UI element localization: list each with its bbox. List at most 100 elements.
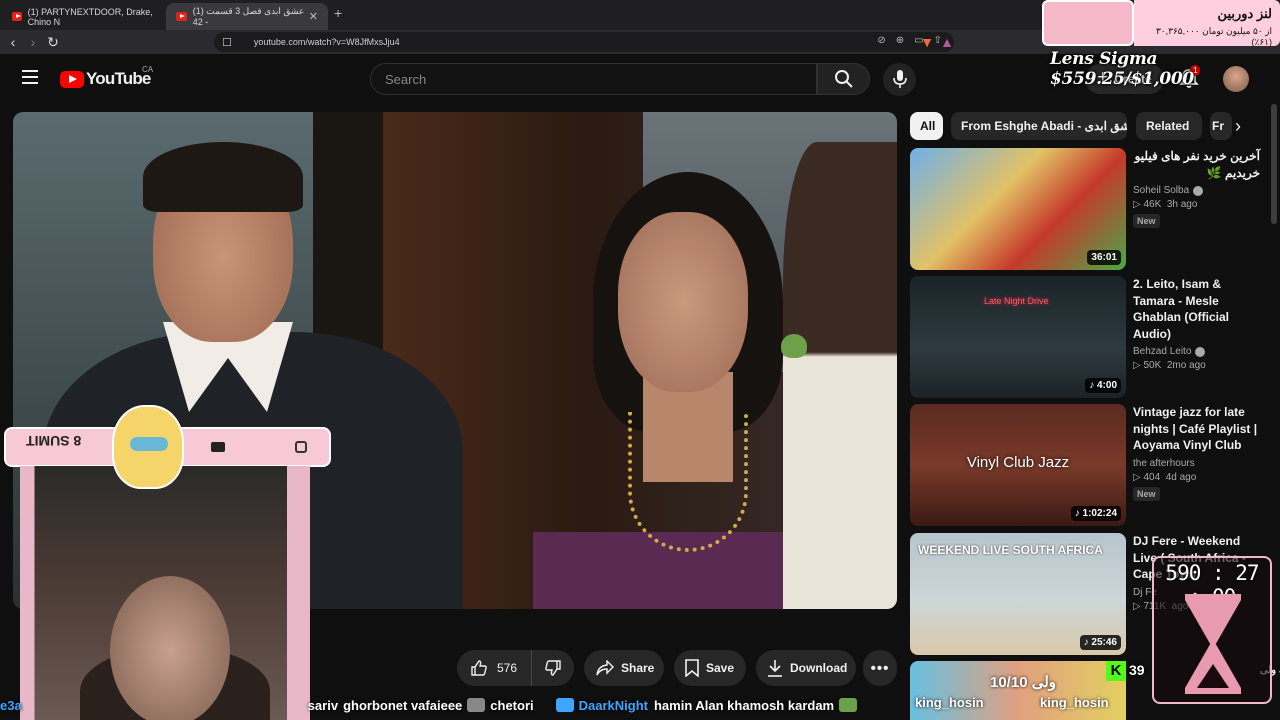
- rewards-icon[interactable]: ▲: [938, 33, 956, 51]
- subathon-timer: 590 : 27 : 00: [1152, 556, 1272, 704]
- channel-name[interactable]: Soheil Solba: [1133, 185, 1189, 196]
- thumbs-up-icon: [471, 660, 487, 676]
- tab-title: (1) PARTYNEXTDOOR, Drake, Chino N: [27, 6, 153, 27]
- overlay-handle: king_hosin: [915, 695, 984, 710]
- banner-handle-flipped: 8 SUMIT: [26, 433, 82, 449]
- download-label: Download: [790, 661, 848, 675]
- like-count: 576: [497, 661, 518, 675]
- instagram-social-icon: [295, 441, 307, 453]
- streamer-webcam: [20, 466, 310, 720]
- tracking-icon[interactable]: ⊘: [877, 35, 885, 46]
- new-badge: New: [1133, 214, 1160, 228]
- like-dislike-group: 576: [457, 650, 574, 686]
- video-thumbnail[interactable]: 10/10 ولی: [910, 661, 1126, 720]
- ticker-user: sariv: [307, 697, 339, 713]
- dislike-button[interactable]: [532, 659, 574, 677]
- ticker-message: hamin Alan khamosh kardam: [653, 697, 835, 713]
- bookmark-save-icon: [685, 659, 699, 677]
- menu-icon[interactable]: [22, 70, 38, 84]
- search-input[interactable]: [371, 64, 816, 94]
- youtube-favicon-icon: [176, 12, 187, 21]
- voice-search-button[interactable]: [883, 63, 916, 96]
- video-title[interactable]: 2. Leito, Isam & Tamara - Mesle Ghablan …: [1133, 276, 1260, 342]
- video-person-center: [533, 172, 823, 609]
- goal-title: لنز دوربین: [1217, 6, 1272, 21]
- video-duration: ♪ 4:00: [1085, 378, 1121, 393]
- thumbnail-text: Vinyl Club Jazz: [966, 454, 1070, 471]
- streamer-mascot-image: [1042, 0, 1134, 46]
- donation-goal-card: لنز دوربین ۳۰,۳۶۵,۰۰۰ از ۵۰ میلیون تومان…: [1042, 0, 1280, 47]
- recommendation-item[interactable]: 36:01 آخرین خرید نفر های فیلیو خریدیم 🌿 …: [910, 148, 1260, 270]
- chip-related[interactable]: Related: [1136, 112, 1202, 140]
- video-duration: ♪ 25:46: [1079, 635, 1121, 650]
- more-actions-button[interactable]: •••: [863, 650, 897, 686]
- channel-name[interactable]: the afterhours: [1133, 458, 1195, 469]
- forward-icon[interactable]: ›: [24, 33, 42, 51]
- browser-tab-active[interactable]: (1) عشق ابدی فصل 3 قسمت 42 - ✕: [166, 3, 328, 30]
- recommendation-item[interactable]: Late Night Drive ♪ 4:00 2. Leito, Isam &…: [910, 276, 1260, 398]
- address-bar[interactable]: ☐ youtube.com/watch?v=W8JfMxsJju4 ⊘ ⊕ ▭ …: [214, 32, 954, 52]
- chevron-right-icon[interactable]: ›: [1226, 114, 1250, 138]
- youtube-favicon-icon: [12, 12, 22, 21]
- kick-logo-icon: K: [1106, 661, 1126, 681]
- country-code: CA: [142, 65, 154, 74]
- youtube-play-icon: [60, 70, 84, 88]
- thumbnail-text: 10/10 ولی: [990, 674, 1057, 691]
- video-person-right: [783, 142, 897, 609]
- bookmark-icon[interactable]: ☐: [222, 36, 232, 49]
- search-box[interactable]: [370, 63, 817, 95]
- new-tab-icon[interactable]: +: [334, 5, 342, 21]
- video-thumbnail[interactable]: Late Night Drive ♪ 4:00: [910, 276, 1126, 398]
- like-button[interactable]: 576: [457, 650, 532, 686]
- channel-line: Soheil Solba: [1133, 185, 1260, 196]
- save-label: Save: [706, 661, 735, 675]
- channel-line: the afterhours: [1133, 458, 1260, 469]
- video-stats: ▷ 50K 2mo ago: [1133, 360, 1206, 371]
- chip-all[interactable]: All: [910, 112, 943, 140]
- video-thumbnail[interactable]: 36:01: [910, 148, 1126, 270]
- browser-tab[interactable]: (1) PARTYNEXTDOOR, Drake, Chino N: [2, 3, 166, 30]
- frog-emote-icon: [781, 334, 807, 358]
- video-duration: 36:01: [1087, 250, 1121, 265]
- download-button[interactable]: Download: [756, 650, 856, 686]
- search-button[interactable]: [817, 63, 870, 95]
- youtube-logo[interactable]: YouTube CA: [60, 65, 153, 89]
- share-button[interactable]: Share: [584, 650, 664, 686]
- hourglass-icon: [1185, 594, 1241, 694]
- more-icon: •••: [870, 659, 890, 677]
- logo-wordmark: YouTube: [86, 69, 151, 88]
- zoom-icon[interactable]: ⊕: [896, 35, 904, 46]
- ticker-message: chetori: [490, 697, 534, 713]
- thumbs-down-icon: [545, 660, 561, 676]
- tab-title: (1) عشق ابدی فصل 3 قسمت 42 -: [192, 6, 305, 27]
- ticker-message: ghorbonet vafaieee: [343, 697, 463, 713]
- save-button[interactable]: Save: [674, 650, 746, 686]
- video-thumbnail[interactable]: Vinyl Club Jazz ♪ 1:02:24: [910, 404, 1126, 526]
- scrollbar[interactable]: [1271, 104, 1277, 224]
- video-title[interactable]: آخرین خرید نفر های فیلیو خریدیم 🌿: [1133, 148, 1260, 181]
- goal-panel: لنز دوربین ۳۰,۳۶۵,۰۰۰ از ۵۰ میلیون تومان…: [1134, 0, 1280, 47]
- overlay-handle: king_hosin: [1040, 695, 1109, 710]
- close-tab-icon[interactable]: ✕: [309, 10, 318, 23]
- microphone-icon: [893, 70, 907, 88]
- reload-icon[interactable]: ↻: [44, 33, 62, 51]
- channel-name[interactable]: Behzad Leito: [1133, 346, 1191, 357]
- emote-icon: [467, 698, 486, 712]
- chip-from-channel[interactable]: From Eshghe Abadi - عشق ابدی: [951, 112, 1127, 140]
- ticker-fragment: e3a: [0, 697, 22, 713]
- download-icon: [768, 660, 782, 677]
- verified-icon: [1195, 346, 1206, 357]
- recommendation-item[interactable]: Vinyl Club Jazz ♪ 1:02:24 Vintage jazz f…: [910, 404, 1260, 526]
- share-label: Share: [621, 661, 655, 675]
- back-icon[interactable]: ‹: [4, 33, 22, 51]
- verified-icon: [1193, 185, 1204, 196]
- emote-icon: [555, 698, 574, 712]
- brave-shield-icon[interactable]: ▼: [918, 33, 936, 51]
- video-thumbnail[interactable]: WEEKEND LIVE SOUTH AFRICA ♪ 25:46: [910, 533, 1126, 655]
- youtube-social-icon: [211, 442, 225, 452]
- channel-line: Behzad Leito: [1133, 346, 1260, 357]
- video-title[interactable]: Vintage jazz for late nights | Café Play…: [1133, 404, 1260, 454]
- kick-viewer-count: 39: [1129, 662, 1145, 678]
- video-stats: ▷ 404 4d ago: [1133, 471, 1197, 483]
- filter-chips: All From Eshghe Abadi - عشق ابدی Related…: [910, 112, 1250, 140]
